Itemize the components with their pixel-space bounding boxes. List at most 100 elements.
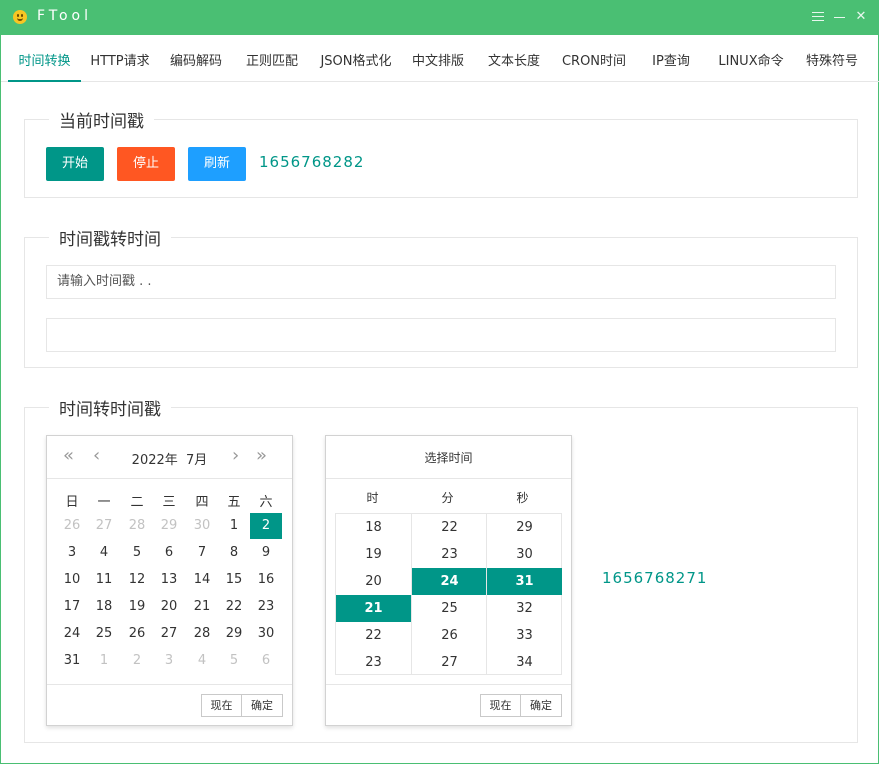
calendar-year[interactable]: 2022年 bbox=[132, 453, 178, 468]
tab-regex[interactable]: 正则匹配 bbox=[239, 45, 305, 80]
time-output-field[interactable] bbox=[46, 318, 836, 352]
second-option[interactable]: 30 bbox=[487, 541, 562, 568]
tab-chinese-typeset[interactable]: 中文排版 bbox=[405, 45, 471, 80]
calendar-day[interactable]: 7 bbox=[186, 540, 218, 566]
calendar-day[interactable]: 24 bbox=[56, 621, 88, 647]
minimize-icon[interactable] bbox=[831, 7, 849, 27]
minute-option[interactable]: 25 bbox=[412, 595, 487, 622]
calendar-day[interactable]: 2 bbox=[250, 513, 282, 539]
hour-column-header: 时 bbox=[366, 491, 379, 505]
calendar-day[interactable]: 29 bbox=[153, 513, 185, 539]
calendar-day[interactable]: 26 bbox=[121, 621, 153, 647]
weekday-label: 四 bbox=[195, 495, 209, 510]
calendar-day[interactable]: 14 bbox=[186, 567, 218, 593]
section-legend: 时间戳转时间 bbox=[49, 225, 171, 250]
calendar-day[interactable]: 17 bbox=[56, 594, 88, 620]
calendar-day[interactable]: 28 bbox=[186, 621, 218, 647]
calendar-month[interactable]: 7月 bbox=[186, 453, 207, 468]
calendar-day[interactable]: 11 bbox=[88, 567, 120, 593]
minute-option[interactable]: 24 bbox=[412, 568, 487, 595]
minute-column[interactable]: 22 23 24 25 26 27 bbox=[411, 514, 487, 674]
hour-option[interactable]: 18 bbox=[336, 514, 411, 541]
calendar-day[interactable]: 1 bbox=[88, 648, 120, 674]
calendar-day[interactable]: 23 bbox=[250, 594, 282, 620]
close-icon[interactable]: ✕ bbox=[852, 7, 870, 27]
second-option[interactable]: 32 bbox=[487, 595, 562, 622]
menu-icon[interactable] bbox=[809, 7, 827, 27]
calendar-day[interactable]: 5 bbox=[121, 540, 153, 566]
calendar-day[interactable]: 27 bbox=[88, 513, 120, 539]
tab-ip-query[interactable]: IP查询 bbox=[641, 45, 701, 80]
tab-time-convert[interactable]: 时间转换 bbox=[8, 45, 81, 82]
stop-button[interactable]: 停止 bbox=[117, 147, 175, 181]
tab-bar: 时间转换 HTTP请求 编码解码 正则匹配 JSON格式化 中文排版 文本长度 … bbox=[1, 45, 879, 82]
calendar-day[interactable]: 4 bbox=[88, 540, 120, 566]
second-option[interactable]: 33 bbox=[487, 622, 562, 649]
calendar-day[interactable]: 25 bbox=[88, 621, 120, 647]
next-month-icon[interactable]: › bbox=[232, 446, 239, 466]
hour-column[interactable]: 18 19 20 21 22 23 bbox=[336, 514, 411, 674]
start-button[interactable]: 开始 bbox=[46, 147, 104, 181]
calendar-day[interactable]: 4 bbox=[186, 648, 218, 674]
app-window: FTool ✕ 时间转换 HTTP请求 编码解码 正则匹配 JSON格式化 中文… bbox=[0, 0, 879, 764]
tab-special-symbols[interactable]: 特殊符号 bbox=[799, 45, 865, 80]
calendar-day[interactable]: 21 bbox=[186, 594, 218, 620]
calendar-day[interactable]: 19 bbox=[121, 594, 153, 620]
next-year-icon[interactable]: » bbox=[256, 446, 267, 466]
minute-option[interactable]: 26 bbox=[412, 622, 487, 649]
hour-option[interactable]: 20 bbox=[336, 568, 411, 595]
calendar-day[interactable]: 10 bbox=[56, 567, 88, 593]
calendar-day[interactable]: 29 bbox=[218, 621, 250, 647]
hour-option[interactable]: 22 bbox=[336, 622, 411, 649]
calendar-day[interactable]: 27 bbox=[153, 621, 185, 647]
hour-option[interactable]: 19 bbox=[336, 541, 411, 568]
time-to-timestamp-section: 时间转时间戳 « ‹ 2022年 7月 › » 日 一 二 三 四 五 六 26… bbox=[24, 395, 858, 743]
minute-option[interactable]: 22 bbox=[412, 514, 487, 541]
tab-encode-decode[interactable]: 编码解码 bbox=[163, 45, 229, 80]
time-now-button[interactable]: 现在 bbox=[480, 694, 521, 717]
calendar-confirm-button[interactable]: 确定 bbox=[241, 694, 283, 717]
calendar-day[interactable]: 2 bbox=[121, 648, 153, 674]
calendar-day[interactable]: 9 bbox=[250, 540, 282, 566]
second-option[interactable]: 29 bbox=[487, 514, 562, 541]
window-title: FTool bbox=[37, 8, 92, 24]
calendar-day[interactable]: 16 bbox=[250, 567, 282, 593]
calendar-day[interactable]: 5 bbox=[218, 648, 250, 674]
calendar-day[interactable]: 13 bbox=[153, 567, 185, 593]
time-picker-footer: 现在 确定 bbox=[326, 684, 571, 726]
calendar-day[interactable]: 1 bbox=[218, 513, 250, 539]
calendar-now-button[interactable]: 现在 bbox=[201, 694, 242, 717]
calendar-day[interactable]: 18 bbox=[88, 594, 120, 620]
tab-json-format[interactable]: JSON格式化 bbox=[313, 45, 399, 80]
second-option[interactable]: 31 bbox=[487, 568, 562, 595]
calendar-day[interactable]: 30 bbox=[250, 621, 282, 647]
calendar-day[interactable]: 30 bbox=[186, 513, 218, 539]
calendar-day[interactable]: 12 bbox=[121, 567, 153, 593]
time-confirm-button[interactable]: 确定 bbox=[520, 694, 562, 717]
calendar-day[interactable]: 3 bbox=[56, 540, 88, 566]
minute-option[interactable]: 27 bbox=[412, 649, 487, 676]
calendar-day[interactable]: 20 bbox=[153, 594, 185, 620]
calendar-day[interactable]: 15 bbox=[218, 567, 250, 593]
second-column-header: 秒 bbox=[516, 491, 529, 505]
calendar-day[interactable]: 31 bbox=[56, 648, 88, 674]
tab-http-request[interactable]: HTTP请求 bbox=[85, 45, 155, 80]
minute-option[interactable]: 23 bbox=[412, 541, 487, 568]
hour-option[interactable]: 21 bbox=[336, 595, 411, 622]
calendar-day[interactable]: 22 bbox=[218, 594, 250, 620]
calendar-day[interactable]: 3 bbox=[153, 648, 185, 674]
timestamp-to-time-section: 时间戳转时间 请输入时间戳 . . bbox=[24, 225, 858, 368]
calendar-day[interactable]: 26 bbox=[56, 513, 88, 539]
tab-cron-time[interactable]: CRON时间 bbox=[555, 45, 633, 80]
calendar-day[interactable]: 8 bbox=[218, 540, 250, 566]
refresh-button[interactable]: 刷新 bbox=[188, 147, 246, 181]
calendar-day[interactable]: 6 bbox=[250, 648, 282, 674]
calendar-day[interactable]: 6 bbox=[153, 540, 185, 566]
calendar-day[interactable]: 28 bbox=[121, 513, 153, 539]
second-option[interactable]: 34 bbox=[487, 649, 562, 676]
tab-linux-command[interactable]: LINUX命令 bbox=[711, 45, 791, 80]
hour-option[interactable]: 23 bbox=[336, 649, 411, 676]
second-column[interactable]: 29 30 31 32 33 34 bbox=[486, 514, 562, 674]
timestamp-input[interactable]: 请输入时间戳 . . bbox=[46, 265, 836, 299]
tab-text-length[interactable]: 文本长度 bbox=[481, 45, 547, 80]
